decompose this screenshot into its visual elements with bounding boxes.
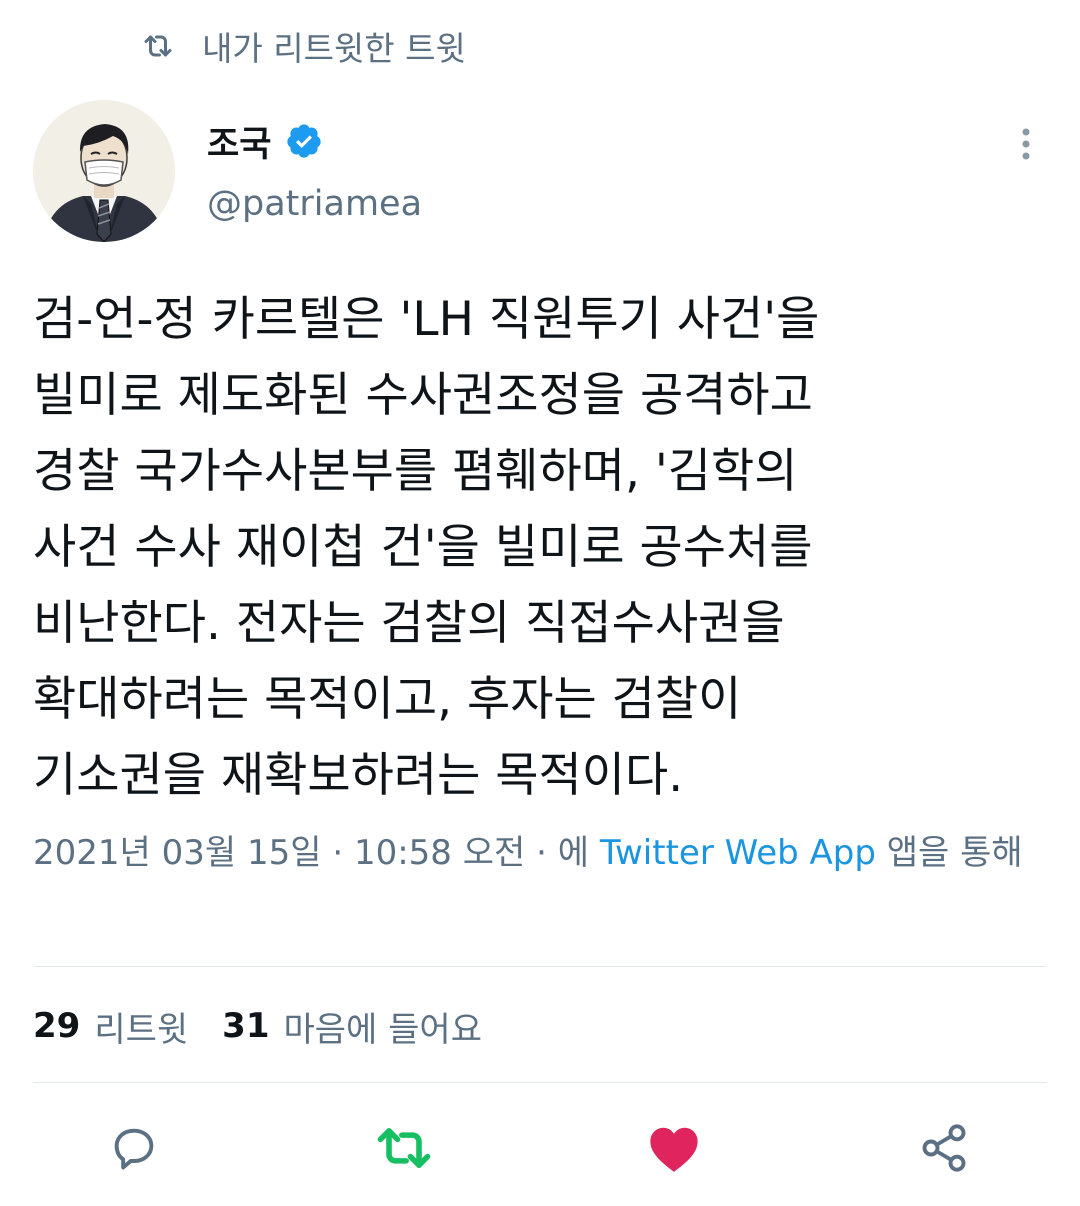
verified-badge-icon [285, 122, 323, 160]
avatar[interactable] [33, 100, 175, 242]
share-button[interactable] [914, 1118, 974, 1178]
tweet-meta: 2021년 03월 15일 · 10:58 오전 · 에 Twitter Web… [33, 826, 1053, 880]
retweet-icon [140, 28, 176, 64]
likes-count: 31 [222, 1006, 270, 1046]
tweet-date[interactable]: 2021년 03월 15일 [33, 833, 322, 873]
via-suffix: 앱을 통해 [886, 833, 1023, 873]
retweet-button[interactable] [374, 1118, 434, 1178]
author-handle[interactable]: @patriamea [207, 184, 422, 224]
display-name: 조국 [207, 124, 272, 165]
retweet-context[interactable]: 내가 리트윗한 트윗 [140, 24, 466, 68]
reply-icon [114, 1128, 154, 1170]
meta-separator: · [332, 833, 344, 873]
divider [33, 966, 1047, 967]
via-prefix: 에 [557, 833, 590, 873]
like-button[interactable] [644, 1118, 704, 1178]
likes-label: 마음에 들어요 [283, 1009, 483, 1050]
meta-separator: · [536, 833, 547, 873]
reply-button[interactable] [104, 1118, 164, 1178]
retweets-count: 29 [33, 1006, 81, 1046]
more-options-icon[interactable] [1006, 122, 1046, 166]
share-icon [922, 1124, 966, 1172]
divider [33, 1082, 1047, 1083]
tweet-stats: 29 리트윗 31 마음에 들어요 [33, 1001, 482, 1051]
retweet-icon [377, 1128, 431, 1168]
author-name-row[interactable]: 조국 [207, 116, 323, 166]
source-link[interactable]: Twitter Web App [600, 833, 876, 873]
retweets-stat[interactable]: 29 리트윗 [33, 1002, 188, 1051]
tweet-text: 검-언-정 카르텔은 'LH 직원투기 사건'을 빌미로 제도화된 수사권조정을… [33, 292, 820, 803]
retweet-context-label: 내가 리트윗한 트윗 [202, 29, 466, 68]
heart-icon [650, 1127, 698, 1172]
retweets-label: 리트윗 [94, 1009, 189, 1050]
likes-stat[interactable]: 31 마음에 들어요 [222, 1002, 482, 1051]
tweet-time[interactable]: 10:58 오전 [354, 833, 525, 873]
